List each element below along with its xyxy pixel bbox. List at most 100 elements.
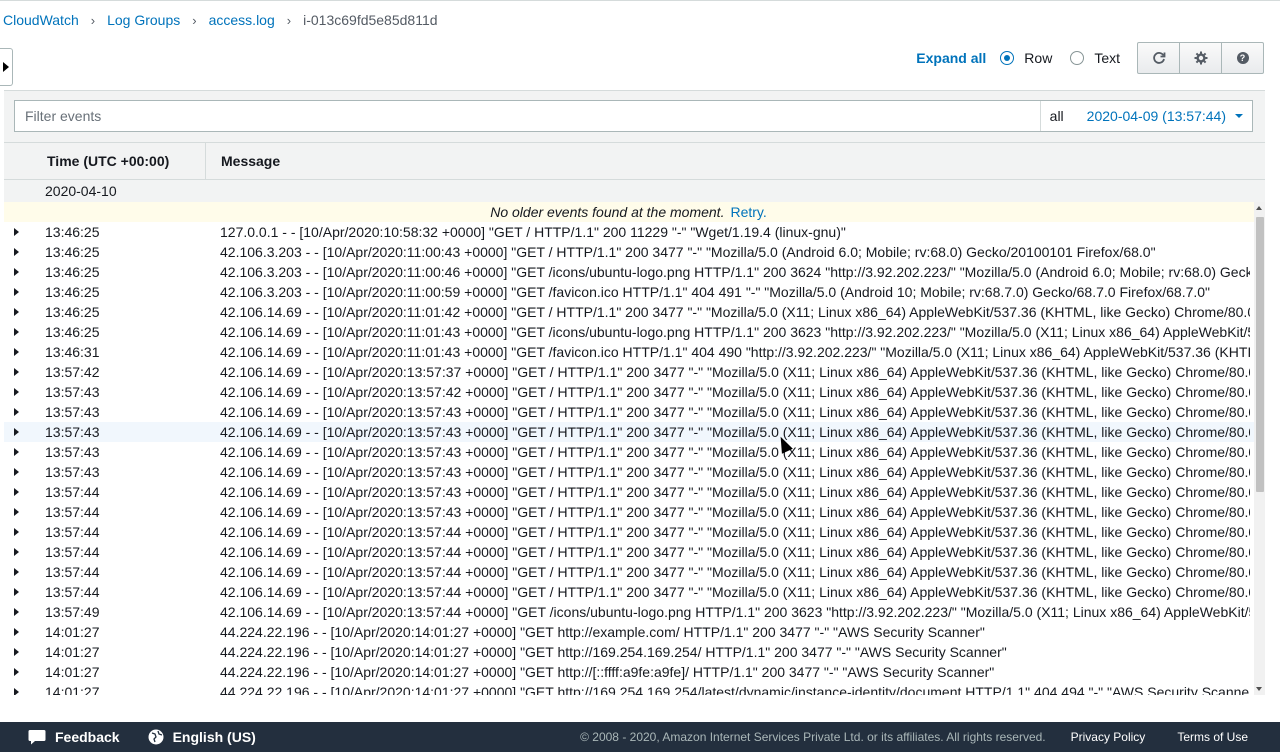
event-message: 42.106.14.69 - - [10/Apr/2020:11:01:43 +… xyxy=(220,344,1250,360)
retry-link[interactable]: Retry. xyxy=(730,204,766,220)
table-row[interactable]: 13:57:43 42.106.14.69 - - [10/Apr/2020:13… xyxy=(4,382,1265,402)
expand-row-icon[interactable] xyxy=(4,588,45,596)
table-row[interactable]: 13:57:43 42.106.14.69 - - [10/Apr/2020:13… xyxy=(4,442,1265,462)
expand-row-icon[interactable] xyxy=(4,548,45,556)
terms-of-use-link[interactable]: Terms of Use xyxy=(1177,730,1248,744)
expand-row-icon[interactable] xyxy=(4,628,45,636)
event-message: 127.0.0.1 - - [10/Apr/2020:10:58:32 +000… xyxy=(220,224,846,240)
expand-row-icon[interactable] xyxy=(4,508,45,516)
expand-row-icon[interactable] xyxy=(4,568,45,576)
table-row[interactable]: 13:46:25 42.106.3.203 - - [10/Apr/2020:11… xyxy=(4,242,1265,262)
feedback-label: Feedback xyxy=(55,729,120,745)
table-row[interactable]: 14:01:27 44.224.22.196 - - [10/Apr/2020:1… xyxy=(4,662,1265,682)
refresh-button[interactable] xyxy=(1137,42,1180,74)
table-row[interactable]: 13:57:42 42.106.14.69 - - [10/Apr/2020:13… xyxy=(4,362,1265,382)
privacy-policy-link[interactable]: Privacy Policy xyxy=(1071,730,1146,744)
expand-row-icon[interactable] xyxy=(4,248,45,256)
table-row[interactable]: 14:01:27 44.224.22.196 - - [10/Apr/2020:1… xyxy=(4,642,1265,662)
globe-icon xyxy=(148,729,164,745)
chevron-right-icon: › xyxy=(192,12,197,28)
table-row[interactable]: 13:46:25 42.106.3.203 - - [10/Apr/2020:11… xyxy=(4,282,1265,302)
scrollbar-thumb[interactable] xyxy=(1256,217,1264,492)
expand-all-link[interactable]: Expand all xyxy=(916,50,986,66)
event-time: 13:57:42 xyxy=(45,364,100,380)
expand-row-icon[interactable] xyxy=(4,268,45,276)
event-time: 13:57:43 xyxy=(45,444,100,460)
event-time: 14:01:27 xyxy=(45,664,100,680)
table-row[interactable]: 13:57:44 42.106.14.69 - - [10/Apr/2020:13… xyxy=(4,542,1265,562)
caret-right-icon xyxy=(3,62,9,72)
event-time: 14:01:27 xyxy=(45,684,100,695)
breadcrumb-log-groups[interactable]: Log Groups xyxy=(107,12,180,28)
sidebar-toggle-button[interactable] xyxy=(0,48,13,86)
speech-bubble-icon xyxy=(28,730,46,745)
event-message: 42.106.14.69 - - [10/Apr/2020:13:57:44 +… xyxy=(220,544,1250,560)
expand-row-icon[interactable] xyxy=(4,468,45,476)
expand-row-icon[interactable] xyxy=(4,448,45,456)
filter-bar: all 2020-04-09 (13:57:44) xyxy=(14,100,1253,132)
expand-row-icon[interactable] xyxy=(4,668,45,676)
table-row[interactable]: 13:46:25 127.0.0.1 - - [10/Apr/2020:10:58… xyxy=(4,222,1265,242)
table-row[interactable]: 13:57:44 42.106.14.69 - - [10/Apr/2020:13… xyxy=(4,482,1265,502)
view-text-radio[interactable]: Text xyxy=(1070,50,1120,66)
time-range-selector[interactable]: all 2020-04-09 (13:57:44) xyxy=(1039,101,1252,131)
event-message: 42.106.14.69 - - [10/Apr/2020:13:57:43 +… xyxy=(220,444,1250,460)
event-message: 42.106.14.69 - - [10/Apr/2020:13:57:42 +… xyxy=(220,384,1250,400)
table-row[interactable]: 14:01:27 44.224.22.196 - - [10/Apr/2020:1… xyxy=(4,682,1265,695)
refresh-icon xyxy=(1152,52,1165,64)
range-all-option[interactable]: all xyxy=(1050,108,1064,124)
vertical-scrollbar[interactable] xyxy=(1254,202,1265,695)
expand-row-icon[interactable] xyxy=(4,348,45,356)
table-row[interactable]: 13:57:43 42.106.14.69 - - [10/Apr/2020:13… xyxy=(4,422,1265,442)
breadcrumb-access-log[interactable]: access.log xyxy=(209,12,275,28)
event-message: 42.106.14.69 - - [10/Apr/2020:13:57:43 +… xyxy=(220,424,1250,440)
expand-row-icon[interactable] xyxy=(4,308,45,316)
feedback-button[interactable]: Feedback xyxy=(28,729,120,745)
expand-row-icon[interactable] xyxy=(4,428,45,436)
caret-down-icon xyxy=(1235,114,1243,118)
expand-row-icon[interactable] xyxy=(4,288,45,296)
table-row[interactable]: 13:57:44 42.106.14.69 - - [10/Apr/2020:13… xyxy=(4,502,1265,522)
time-column-header[interactable]: Time (UTC +00:00) xyxy=(32,143,206,179)
expand-column-header xyxy=(4,143,32,179)
language-selector[interactable]: English (US) xyxy=(148,729,256,745)
copyright-text: © 2008 - 2020, Amazon Internet Services … xyxy=(580,730,1046,744)
expand-row-icon[interactable] xyxy=(4,328,45,336)
help-icon: ? xyxy=(1236,52,1249,64)
table-row[interactable]: 13:46:25 42.106.14.69 - - [10/Apr/2020:11… xyxy=(4,322,1265,342)
scroll-up-arrow-icon[interactable] xyxy=(1256,206,1262,210)
table-row[interactable]: 13:46:25 42.106.3.203 - - [10/Apr/2020:11… xyxy=(4,262,1265,282)
table-row[interactable]: 13:57:44 42.106.14.69 - - [10/Apr/2020:13… xyxy=(4,522,1265,542)
message-column-header[interactable]: Message xyxy=(206,143,280,179)
expand-row-icon[interactable] xyxy=(4,528,45,536)
scroll-down-arrow-icon[interactable] xyxy=(1256,687,1262,691)
expand-row-icon[interactable] xyxy=(4,488,45,496)
breadcrumb-cloudwatch[interactable]: CloudWatch xyxy=(3,12,79,28)
expand-row-icon[interactable] xyxy=(4,388,45,396)
event-time: 13:46:25 xyxy=(45,284,100,300)
event-message: 44.224.22.196 - - [10/Apr/2020:14:01:27 … xyxy=(220,624,985,640)
view-row-label: Row xyxy=(1024,50,1053,66)
table-row[interactable]: 13:57:49 42.106.14.69 - - [10/Apr/2020:13… xyxy=(4,602,1265,622)
event-time: 14:01:27 xyxy=(45,624,100,640)
expand-row-icon[interactable] xyxy=(4,608,45,616)
settings-button[interactable] xyxy=(1179,42,1222,74)
expand-row-icon[interactable] xyxy=(4,408,45,416)
table-row[interactable]: 13:46:25 42.106.14.69 - - [10/Apr/2020:11… xyxy=(4,302,1265,322)
table-row[interactable]: 14:01:27 44.224.22.196 - - [10/Apr/2020:1… xyxy=(4,622,1265,642)
range-date-dropdown[interactable]: 2020-04-09 (13:57:44) xyxy=(1087,108,1226,124)
table-row[interactable]: 13:57:44 42.106.14.69 - - [10/Apr/2020:13… xyxy=(4,562,1265,582)
view-row-radio[interactable]: Row xyxy=(1000,50,1052,66)
table-row[interactable]: 13:57:43 42.106.14.69 - - [10/Apr/2020:13… xyxy=(4,402,1265,422)
expand-row-icon[interactable] xyxy=(4,688,45,695)
table-row[interactable]: 13:46:31 42.106.14.69 - - [10/Apr/2020:11… xyxy=(4,342,1265,362)
filter-events-input[interactable] xyxy=(15,101,1040,131)
expand-row-icon[interactable] xyxy=(4,368,45,376)
help-button[interactable]: ? xyxy=(1221,42,1264,74)
event-message: 42.106.14.69 - - [10/Apr/2020:13:57:43 +… xyxy=(220,404,1250,420)
event-time: 13:57:44 xyxy=(45,544,100,560)
expand-row-icon[interactable] xyxy=(4,648,45,656)
table-row[interactable]: 13:57:43 42.106.14.69 - - [10/Apr/2020:13… xyxy=(4,462,1265,482)
expand-row-icon[interactable] xyxy=(4,228,45,236)
table-row[interactable]: 13:57:44 42.106.14.69 - - [10/Apr/2020:13… xyxy=(4,582,1265,602)
